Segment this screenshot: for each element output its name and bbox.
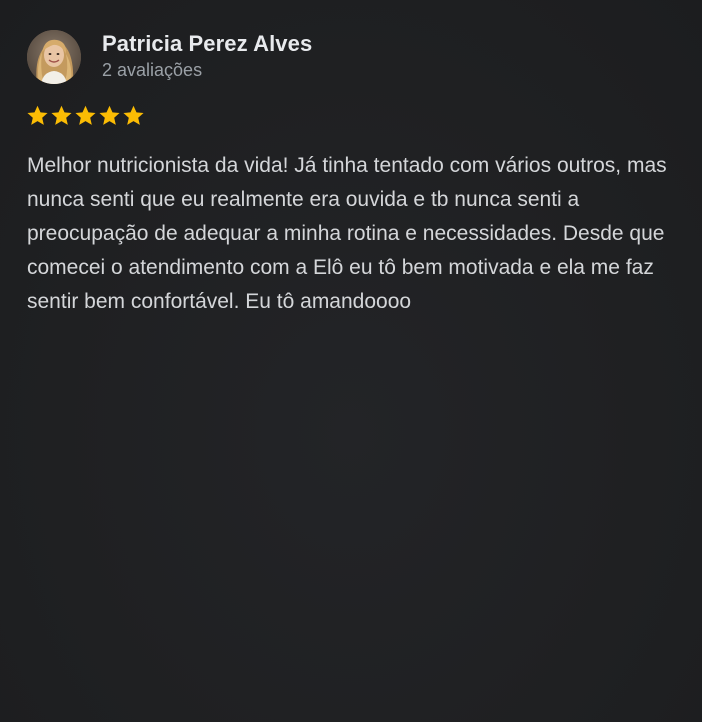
reviewer-avatar[interactable] [27,30,81,84]
star-icon [99,105,120,125]
reviewer-name[interactable]: Patricia Perez Alves [102,31,312,57]
reviewer-review-count: 2 avaliações [102,60,203,80]
star-icon [75,105,96,125]
star-rating [26,104,145,127]
review-card: Patricia Perez Alves 2 avaliações Melhor… [0,0,702,722]
star-icon [27,105,48,125]
review-text: Melhor nutricionista da vida! Já tinha t… [27,154,667,313]
star-icon [51,105,72,125]
star-icon [123,105,144,125]
